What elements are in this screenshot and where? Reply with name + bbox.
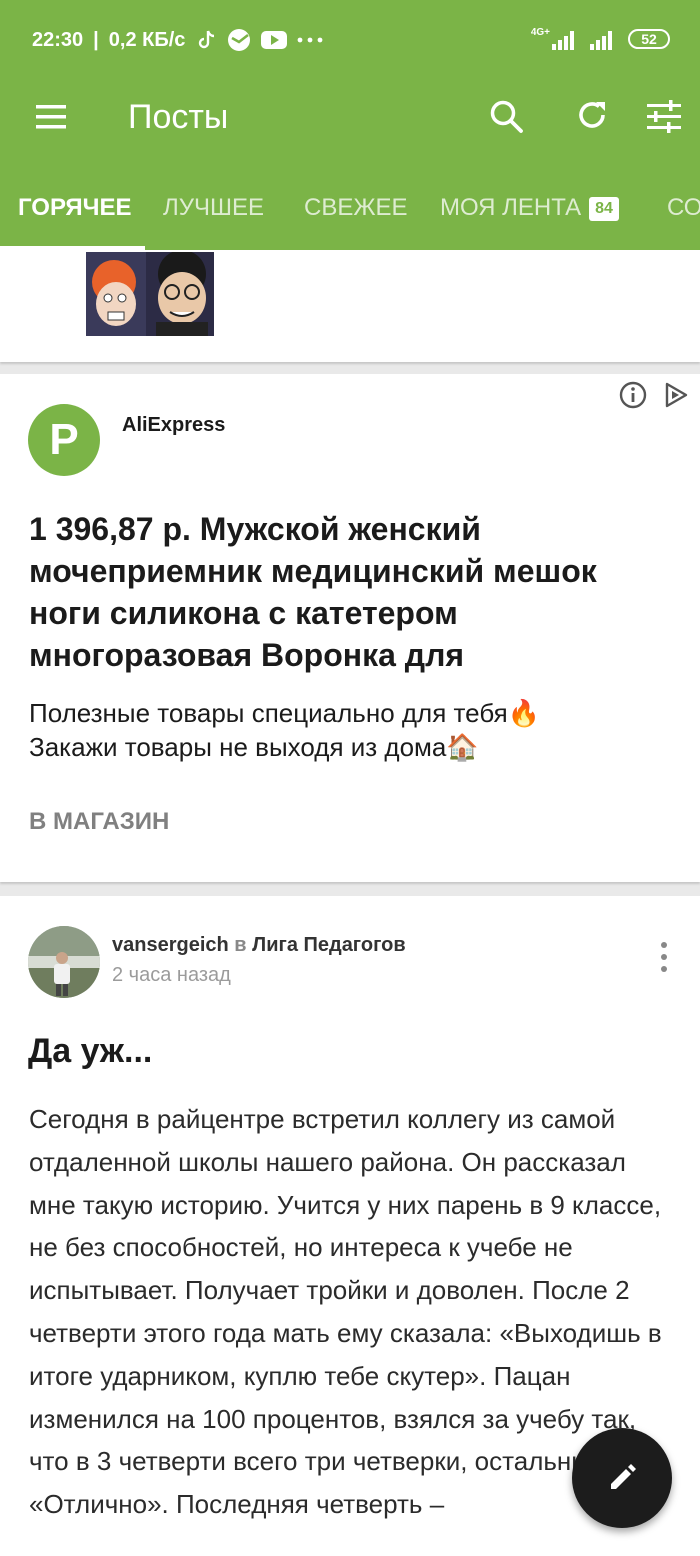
tiktok-icon — [199, 30, 215, 49]
cartoon-image — [86, 252, 214, 336]
ad-title[interactable]: 1 396,87 р. Мужской женский мочеприемник… — [29, 508, 669, 676]
tab-hot[interactable]: ГОРЯЧЕЕ — [18, 186, 132, 250]
app-bar: Посты — [0, 82, 700, 162]
app-header: 22:30 | 0,2 КБ/с 4G+ 52 Посты ГОРЯЧЕЕ ЛУ… — [0, 0, 700, 250]
avatar[interactable] — [28, 926, 100, 998]
youtube-icon — [261, 31, 288, 49]
status-right: 4G+ 52 — [530, 26, 670, 50]
ad-controls — [618, 380, 690, 410]
pencil-icon — [611, 1464, 636, 1489]
advertiser-avatar: P — [28, 404, 100, 476]
ad-description-line: Закажи товары не выходя из дома🏠 — [29, 732, 479, 762]
status-separator: | — [93, 28, 99, 51]
unread-badge: 84 — [589, 197, 619, 221]
menu-button[interactable] — [34, 102, 68, 132]
sber-icon — [228, 29, 251, 51]
signal-icon-2 — [590, 31, 612, 50]
post-meta: vansergeich в Лига Педагогов — [112, 934, 406, 957]
hamburger-icon — [36, 105, 66, 129]
ad-card[interactable]: P AliExpress 1 396,87 р. Мужской женский… — [0, 374, 700, 882]
dot — [661, 954, 667, 960]
ad-description: Полезные товары специально для тебя🔥 Зак… — [29, 696, 669, 764]
adchoices-icon[interactable] — [662, 380, 690, 410]
info-icon[interactable] — [618, 380, 648, 410]
post-card-previous[interactable] — [0, 250, 700, 362]
post-image[interactable] — [86, 252, 214, 336]
tab-fresh[interactable]: СВЕЖЕЕ — [304, 186, 408, 250]
page-title: Посты — [128, 98, 229, 136]
tab-my-feed[interactable]: МОЯ ЛЕНТА 84 — [440, 186, 619, 250]
battery-indicator: 52 — [628, 29, 670, 49]
refresh-icon — [579, 102, 605, 128]
create-post-button[interactable] — [572, 1428, 672, 1528]
post-title[interactable]: Да уж... — [28, 1032, 152, 1071]
search-button[interactable] — [486, 96, 526, 136]
post-author[interactable]: vansergeich — [112, 934, 229, 956]
user-photo — [28, 926, 100, 998]
tab-label: СО — [667, 194, 700, 221]
more-icon — [297, 37, 323, 43]
tab-label: СВЕЖЕЕ — [304, 194, 408, 221]
tab-label: ГОРЯЧЕЕ — [18, 194, 132, 221]
status-app-icons — [197, 28, 323, 52]
post-time: 2 часа назад — [112, 964, 231, 986]
tab-label: МОЯ ЛЕНТА — [440, 194, 582, 221]
advertiser-name[interactable]: AliExpress — [122, 414, 225, 437]
tab-label: ЛУЧШЕЕ — [163, 194, 265, 221]
tab-communities[interactable]: СО — [667, 186, 700, 250]
feed-tabs: ГОРЯЧЕЕ ЛУЧШЕЕ СВЕЖЕЕ МОЯ ЛЕНТА 84 СО — [0, 186, 700, 250]
status-left: 22:30 | 0,2 КБ/с — [32, 28, 323, 52]
post-in-label: в — [234, 934, 247, 956]
signal-icon — [552, 31, 574, 50]
search-icon — [490, 100, 523, 133]
ad-description-line: Полезные товары специально для тебя🔥 — [29, 698, 541, 728]
filter-icon — [647, 100, 681, 133]
tab-best[interactable]: ЛУЧШЕЕ — [163, 186, 264, 250]
post-more-menu[interactable] — [656, 942, 672, 972]
filter-button[interactable] — [644, 96, 684, 136]
dot — [661, 966, 667, 972]
refresh-button[interactable] — [572, 96, 612, 136]
dot — [661, 942, 667, 948]
status-bar: 22:30 | 0,2 КБ/с 4G+ 52 — [0, 0, 700, 82]
status-speed: 0,2 КБ/с — [108, 28, 186, 51]
status-time: 22:30 — [32, 28, 84, 51]
post-community[interactable]: Лига Педагогов — [252, 934, 406, 956]
network-label: 4G+ — [530, 26, 550, 38]
shop-link-button[interactable]: В МАГАЗИН — [29, 808, 169, 836]
